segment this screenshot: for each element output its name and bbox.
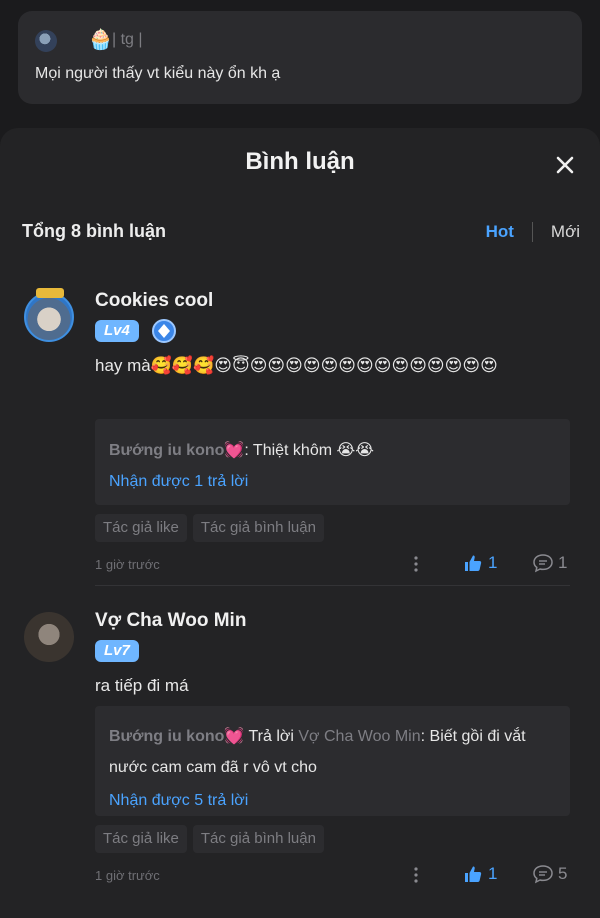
sheet-title: Bình luận [245,148,355,175]
comment-author[interactable]: Vợ Cha Woo Min [95,610,246,632]
comment-divider [95,585,570,586]
tag-author-comment: Tác giả bình luận [192,514,324,542]
thumbs-up-icon [465,866,482,882]
comment-time: 1 giờ trước [95,557,160,572]
like-count: 1 [488,553,498,572]
reply-text: Bướng iu kono💓 Trả lời Vợ Cha Woo Min: B… [109,721,557,783]
comment-bubble-icon [533,554,553,573]
reply-count: 5 [558,864,568,883]
shield-badge-icon [152,319,176,343]
post-text: Mọi người thấy vt kiểu này ổn kh ạ [35,65,281,82]
post-author-avatar [35,30,57,52]
comment-count: Tổng 8 bình luận [22,221,166,241]
sort-tabs: Hot Mới [486,222,580,242]
comment-text: hay mà🥰🥰🥰😍😇😍😍😍😍😍😍😍😍😍😍😍😍😍😍 [95,356,498,375]
post-meta: | tg | [112,31,143,48]
reply-prefix: Trả lời [244,728,299,745]
view-replies-link[interactable]: Nhận được 5 trả lời [109,792,248,810]
reply-author[interactable]: Bướng iu kono💓 [109,728,244,745]
tag-author-like: Tác giả like [95,825,187,853]
comments-sheet: Bình luận Tổng 8 bình luận Hot Mới Cooki… [0,128,600,918]
reply-preview[interactable]: Bướng iu kono💓 Trả lời Vợ Cha Woo Min: B… [95,706,570,816]
close-icon [556,156,574,174]
tab-hot[interactable]: Hot [486,222,514,242]
reply-text: Bướng iu kono💓: Thiệt khôm 😭😭 [109,435,557,466]
level-badge: Lv4 [95,320,139,342]
comment-time: 1 giờ trước [95,868,160,883]
tag-author-comment: Tác giả bình luận [192,825,324,853]
more-vertical-icon[interactable] [412,866,420,884]
reply-target[interactable]: Vợ Cha Woo Min [298,728,420,745]
avatar[interactable] [24,288,74,342]
reply-button[interactable]: 5 [532,864,567,884]
reply-count: 1 [558,553,568,572]
cupcake-icon: 🧁 [88,29,113,51]
tab-divider [531,222,533,242]
level-badge: Lv7 [95,640,139,662]
more-vertical-icon[interactable] [412,555,420,573]
comment-bubble-icon [533,865,553,884]
like-button[interactable]: 1 [464,864,497,884]
reply-preview[interactable]: Bướng iu kono💓: Thiệt khôm 😭😭 Nhận được … [95,419,570,505]
like-button[interactable]: 1 [464,553,497,573]
reply-button[interactable]: 1 [532,553,567,573]
tag-author-like: Tác giả like [95,514,187,542]
tab-new[interactable]: Mới [551,222,580,242]
author-tags: Tác giả like Tác giả bình luận [95,514,324,542]
close-button[interactable] [550,150,580,180]
thumbs-up-icon [465,555,482,571]
post-preview-card[interactable]: 🧁 | tg | Mọi người thấy vt kiểu này ổn k… [18,11,582,104]
comment-author[interactable]: Cookies cool [95,290,213,312]
comment-text: ra tiếp đi má [95,676,189,695]
author-tags: Tác giả like Tác giả bình luận [95,825,324,853]
like-count: 1 [488,864,498,883]
reply-body: : Thiệt khôm 😭😭 [244,442,374,459]
view-replies-link[interactable]: Nhận được 1 trả lời [109,473,248,491]
avatar[interactable] [24,612,74,662]
reply-author[interactable]: Bướng iu kono💓 [109,442,244,459]
